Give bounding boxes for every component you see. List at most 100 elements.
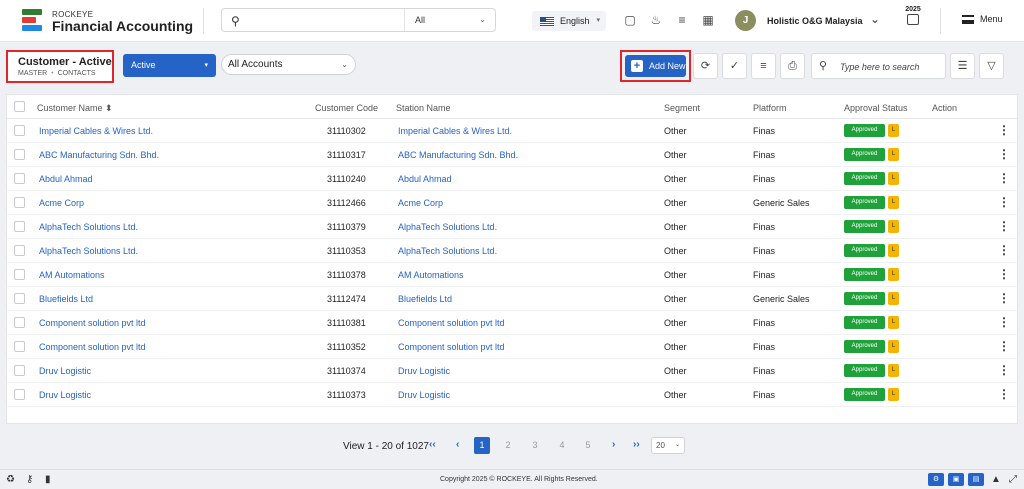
kebab-menu-icon[interactable]: ⋮ (998, 291, 1010, 305)
bell-icon[interactable]: ♨ (649, 13, 663, 27)
print-button[interactable]: ⎙ (780, 53, 805, 79)
row-checkbox[interactable] (14, 293, 25, 304)
row-checkbox[interactable] (14, 365, 25, 376)
level-badge[interactable]: L (888, 172, 899, 185)
customer-name-link[interactable]: Component solution pvt ltd (39, 342, 146, 352)
kebab-menu-icon[interactable]: ⋮ (998, 147, 1010, 161)
level-badge[interactable]: L (888, 364, 899, 377)
level-badge[interactable]: L (888, 124, 899, 137)
kebab-menu-icon[interactable]: ⋮ (998, 243, 1010, 257)
kebab-menu-icon[interactable]: ⋮ (998, 123, 1010, 137)
customer-name-link[interactable]: Imperial Cables & Wires Ltd. (39, 126, 153, 136)
add-new-button[interactable]: + Add New (625, 55, 686, 77)
kebab-menu-icon[interactable]: ⋮ (998, 315, 1010, 329)
station-name-link[interactable]: Druv Logistic (398, 366, 450, 376)
sort-icon[interactable]: ⬍ (105, 103, 113, 113)
page-size-select[interactable]: 20 ⌄ (651, 437, 685, 454)
recycle-icon[interactable]: ♻ (6, 474, 15, 485)
table-row[interactable]: Imperial Cables & Wires Ltd. 31110302 Impe… (7, 119, 1017, 143)
level-badge[interactable]: L (888, 196, 899, 209)
customer-name-link[interactable]: ABC Manufacturing Sdn. Bhd. (39, 150, 159, 160)
prev-page-icon[interactable]: ‹ (456, 439, 459, 450)
chevron-down-icon[interactable]: ⌄ (870, 12, 880, 26)
fullscreen-icon[interactable]: ⤢ (1009, 474, 1017, 485)
page-2[interactable]: 2 (500, 437, 516, 454)
level-badge[interactable]: L (888, 340, 899, 353)
station-name-link[interactable]: Component solution pvt ltd (398, 342, 505, 352)
table-row[interactable]: Component solution pvt ltd 31110381 Compon… (7, 311, 1017, 335)
page-4[interactable]: 4 (554, 437, 570, 454)
table-row[interactable]: AlphaTech Solutions Ltd. 31110379 AlphaTec… (7, 215, 1017, 239)
bookmark-icon[interactable]: ▮ (45, 474, 51, 485)
station-name-link[interactable]: AlphaTech Solutions Ltd. (398, 246, 497, 256)
station-name-link[interactable]: Acme Corp (398, 198, 443, 208)
column-settings-button[interactable]: ☰ (950, 53, 975, 79)
key-icon[interactable]: ⚷ (26, 474, 33, 485)
first-page-icon[interactable]: ‹‹ (429, 439, 436, 450)
refresh-button[interactable]: ⟳ (693, 53, 718, 79)
table-row[interactable]: Druv Logistic 31110373 Druv Logistic Other F… (7, 383, 1017, 407)
status-filter-dropdown[interactable]: Active ▾ (123, 54, 216, 77)
page-3[interactable]: 3 (527, 437, 543, 454)
settings-icon[interactable]: ⚙ (928, 473, 944, 486)
row-checkbox[interactable] (14, 149, 25, 160)
table-row[interactable]: Acme Corp 31112466 Acme Corp Other Generic S… (7, 191, 1017, 215)
breadcrumb-contacts[interactable]: CONTACTS (58, 70, 96, 77)
kebab-menu-icon[interactable]: ⋮ (998, 219, 1010, 233)
chat-icon[interactable]: ▤ (968, 473, 984, 486)
station-name-link[interactable]: Component solution pvt ltd (398, 318, 505, 328)
row-checkbox[interactable] (14, 221, 25, 232)
customer-name-link[interactable]: Component solution pvt ltd (39, 318, 146, 328)
apps-grid-icon[interactable]: ▦ (701, 13, 715, 27)
next-page-icon[interactable]: › (612, 439, 615, 450)
account-filter-dropdown[interactable]: All Accounts ⌄ (221, 54, 356, 75)
row-checkbox[interactable] (14, 269, 25, 280)
station-name-link[interactable]: Druv Logistic (398, 390, 450, 400)
customer-name-link[interactable]: Acme Corp (39, 198, 84, 208)
filter-button[interactable]: ▽ (979, 53, 1004, 79)
kebab-menu-icon[interactable]: ⋮ (998, 363, 1010, 377)
station-name-link[interactable]: Imperial Cables & Wires Ltd. (398, 126, 512, 136)
customer-name-link[interactable]: Druv Logistic (39, 390, 91, 400)
station-name-link[interactable]: Bluefields Ltd (398, 294, 452, 304)
fiscal-year-selector[interactable]: 2025 (901, 6, 925, 32)
column-header-customer-name[interactable]: Customer Name ⬍ (37, 103, 113, 114)
language-select[interactable]: English ▾ (532, 11, 606, 31)
table-row[interactable]: Abdul Ahmad 31110240 Abdul Ahmad Other Finas… (7, 167, 1017, 191)
rocket-icon[interactable]: ▲ (991, 474, 1001, 485)
row-checkbox[interactable] (14, 389, 25, 400)
level-badge[interactable]: L (888, 316, 899, 329)
kebab-menu-icon[interactable]: ⋮ (998, 195, 1010, 209)
station-name-link[interactable]: AM Automations (398, 270, 464, 280)
customer-name-link[interactable]: Abdul Ahmad (39, 174, 93, 184)
search-input[interactable]: Type here to search (840, 62, 919, 72)
breadcrumb-master[interactable]: MASTER (18, 70, 47, 77)
row-checkbox[interactable] (14, 317, 25, 328)
row-checkbox[interactable] (14, 125, 25, 136)
kebab-menu-icon[interactable]: ⋮ (998, 339, 1010, 353)
monitor-icon[interactable]: ▣ (948, 473, 964, 486)
global-search[interactable]: ⚲ All ⌄ (221, 8, 496, 32)
table-row[interactable]: Bluefields Ltd 31112474 Bluefields Ltd Othe… (7, 287, 1017, 311)
row-checkbox[interactable] (14, 341, 25, 352)
page-5[interactable]: 5 (580, 437, 596, 454)
level-badge[interactable]: L (888, 292, 899, 305)
last-page-icon[interactable]: ›› (633, 439, 640, 450)
bookmark-icon[interactable]: ▢ (623, 13, 637, 27)
kebab-menu-icon[interactable]: ⋮ (998, 387, 1010, 401)
company-name[interactable]: Holistic O&G Malaysia (767, 16, 863, 26)
row-checkbox[interactable] (14, 245, 25, 256)
table-search[interactable]: ⚲ Type here to search (811, 53, 946, 79)
select-all-checkbox[interactable] (14, 101, 25, 112)
menu-button[interactable]: Menu (962, 14, 1003, 25)
customer-name-link[interactable]: Bluefields Ltd (39, 294, 93, 304)
customer-name-link[interactable]: Druv Logistic (39, 366, 91, 376)
kebab-menu-icon[interactable]: ⋮ (998, 171, 1010, 185)
list-view-button[interactable]: ≡ (751, 53, 776, 79)
customer-name-link[interactable]: AlphaTech Solutions Ltd. (39, 222, 138, 232)
clear-filter-button[interactable]: ✓ (722, 53, 747, 79)
station-name-link[interactable]: AlphaTech Solutions Ltd. (398, 222, 497, 232)
level-badge[interactable]: L (888, 268, 899, 281)
level-badge[interactable]: L (888, 388, 899, 401)
task-list-icon[interactable]: ≡ (675, 13, 689, 27)
